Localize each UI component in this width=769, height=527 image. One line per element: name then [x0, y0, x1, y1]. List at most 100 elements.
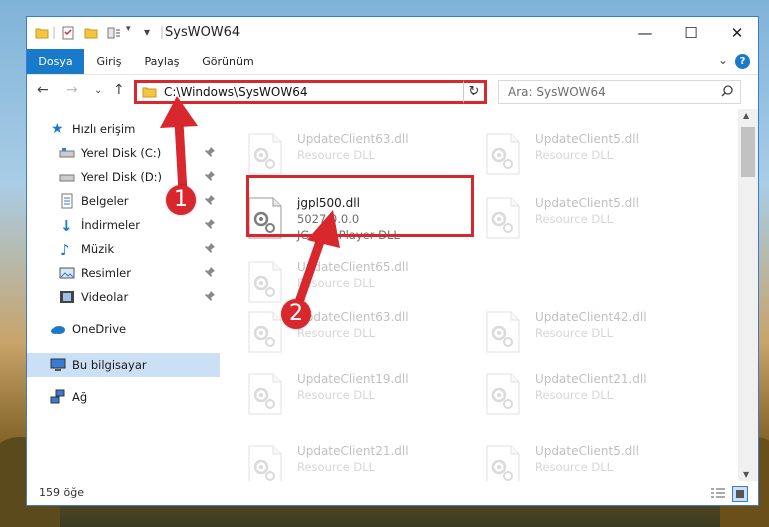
file-item[interactable]: UpdateClient5.dll Resource DLL — [465, 127, 695, 183]
navigation-pane: ★ Hızlı erişim Yerel Disk (C:) Yerel Dis… — [27, 109, 220, 481]
large-icons-view-icon[interactable] — [732, 486, 748, 502]
file-type: Resource DLL — [535, 148, 614, 162]
star-icon: ★ — [51, 121, 64, 137]
file-item[interactable]: UpdateClient5.dll Resource DLL — [465, 191, 695, 247]
sidebar-item-local-disk-c[interactable]: Yerel Disk (C:) — [27, 141, 220, 165]
sidebar-item-label: Belgeler — [81, 194, 129, 208]
file-item[interactable]: UpdateClient65.dll Resource DLL — [227, 255, 457, 311]
sidebar-item-label: Müzik — [81, 242, 115, 256]
file-item[interactable]: UpdateClient21.dll Resource DLL — [227, 439, 457, 481]
refresh-button[interactable]: ↻ — [463, 80, 487, 104]
back-arrow-icon[interactable]: ← — [37, 82, 49, 98]
file-type: Resource DLL — [535, 326, 614, 340]
file-name: UpdateClient63.dll — [297, 132, 409, 146]
sidebar-item-pictures[interactable]: Resimler — [27, 261, 220, 285]
file-type: Resource DLL — [535, 212, 614, 226]
tab-paylas[interactable]: Paylaş — [136, 49, 188, 74]
maximize-button[interactable]: ☐ — [668, 17, 714, 49]
up-arrow-icon[interactable]: ↑ — [113, 82, 125, 98]
file-item[interactable]: UpdateClient19.dll Resource DLL — [227, 367, 457, 423]
details-view-icon[interactable] — [710, 487, 726, 501]
tab-dosya[interactable]: Dosya — [27, 49, 84, 74]
sidebar-item-music[interactable]: ♪ Müzik — [27, 237, 220, 261]
dropdown-arrow-icon[interactable]: ▾ — [126, 24, 131, 34]
sidebar-item-label: OneDrive — [72, 322, 127, 336]
onedrive-icon — [51, 326, 65, 334]
title-bar: | ▾ ▾ | SysWOW64 — ☐ ✕ — [27, 17, 758, 49]
status-bar: 159 öğe — [27, 481, 758, 505]
quick-access-menu-icon[interactable]: ▾ — [144, 25, 150, 39]
dll-file-icon — [247, 261, 283, 303]
highlight-box — [246, 175, 474, 237]
sidebar-item-label: Bu bilgisayar — [72, 358, 147, 372]
sidebar-item-this-pc[interactable]: Bu bilgisayar — [27, 353, 220, 377]
file-name: UpdateClient65.dll — [297, 260, 409, 274]
sidebar-item-local-disk-d[interactable]: Yerel Disk (D:) — [27, 165, 220, 189]
music-icon: ♪ — [60, 241, 70, 259]
file-type: Resource DLL — [535, 460, 614, 474]
file-name: UpdateClient5.dll — [535, 132, 639, 146]
videos-icon — [60, 291, 74, 303]
recent-locations-icon[interactable]: ⌄ — [94, 85, 102, 96]
sidebar-item-label: Ağ — [72, 390, 88, 404]
customize-toolbar-icon[interactable] — [107, 26, 121, 40]
file-item[interactable]: UpdateClient21.dll Resource DLL — [465, 367, 695, 423]
computer-icon — [50, 358, 66, 371]
scroll-up-icon[interactable]: ▲ — [743, 111, 749, 120]
sidebar-item-label: Videolar — [81, 290, 129, 304]
dll-file-icon — [247, 445, 283, 481]
tab-giris[interactable]: Giriş — [87, 49, 131, 74]
file-name: UpdateClient21.dll — [535, 372, 647, 386]
navigation-bar: ← → ⌄ ↑ C:\Windows\SysWOW64 ⌄ ↻ Ara: Sys… — [27, 75, 758, 109]
sidebar-item-label: Yerel Disk (C:) — [81, 146, 162, 160]
file-item[interactable]: UpdateClient63.dll Resource DLL — [227, 305, 457, 361]
pin-icon — [205, 243, 215, 253]
file-type: Resource DLL — [297, 276, 376, 290]
file-item[interactable]: UpdateClient42.dll Resource DLL — [465, 305, 695, 361]
folder-icon — [142, 87, 157, 98]
search-icon[interactable] — [720, 84, 734, 98]
properties-icon[interactable] — [61, 26, 75, 40]
file-type: Resource DLL — [535, 388, 614, 402]
address-bar[interactable]: C:\Windows\SysWOW64 ⌄ — [134, 80, 487, 104]
pin-icon — [205, 171, 215, 181]
tab-gorunum[interactable]: Görünüm — [193, 49, 263, 74]
new-folder-icon[interactable] — [84, 26, 98, 40]
ribbon-bar: Dosya Giriş Paylaş Görünüm ⌄ ? — [27, 49, 758, 75]
documents-icon — [61, 193, 73, 209]
sidebar-item-downloads[interactable]: ↓ İndirmeler — [27, 213, 220, 237]
step-badge-1: 1 — [166, 185, 196, 215]
file-type: Resource DLL — [297, 388, 376, 402]
expand-ribbon-icon[interactable]: ⌄ — [718, 53, 728, 67]
dll-file-icon — [485, 133, 521, 175]
file-name: UpdateClient21.dll — [297, 444, 409, 458]
sidebar-item-videos[interactable]: Videolar — [27, 285, 220, 309]
network-icon — [50, 389, 65, 404]
window-title: SysWOW64 — [165, 25, 241, 40]
address-path: C:\Windows\SysWOW64 — [164, 85, 308, 99]
pictures-icon — [59, 267, 75, 279]
pin-icon — [205, 291, 215, 301]
pin-icon — [205, 219, 215, 229]
dll-file-icon — [247, 373, 283, 415]
scroll-down-icon[interactable]: ▼ — [743, 470, 749, 479]
dll-file-icon — [485, 445, 521, 481]
sidebar-item-network[interactable]: Ağ — [27, 385, 220, 409]
help-button[interactable]: ? — [735, 54, 750, 69]
dll-file-icon — [485, 311, 521, 353]
sidebar-item-quick-access[interactable]: ★ Hızlı erişim — [27, 117, 220, 141]
folder-icon — [35, 28, 49, 39]
sidebar-item-onedrive[interactable]: OneDrive — [27, 317, 220, 341]
forward-arrow-icon[interactable]: → — [66, 82, 78, 98]
pin-icon — [205, 267, 215, 277]
dll-file-icon — [247, 133, 283, 175]
scrollbar-thumb[interactable] — [741, 127, 755, 177]
vertical-scrollbar[interactable]: ▲ ▼ — [738, 109, 758, 481]
close-button[interactable]: ✕ — [714, 17, 758, 49]
file-type: Resource DLL — [297, 326, 376, 340]
search-placeholder: Ara: SysWOW64 — [508, 85, 606, 99]
dll-file-icon — [247, 311, 283, 353]
file-item[interactable]: UpdateClient5.dll Resource DLL — [465, 439, 695, 481]
search-box[interactable]: Ara: SysWOW64 — [498, 80, 741, 104]
minimize-button[interactable]: — — [622, 17, 668, 49]
